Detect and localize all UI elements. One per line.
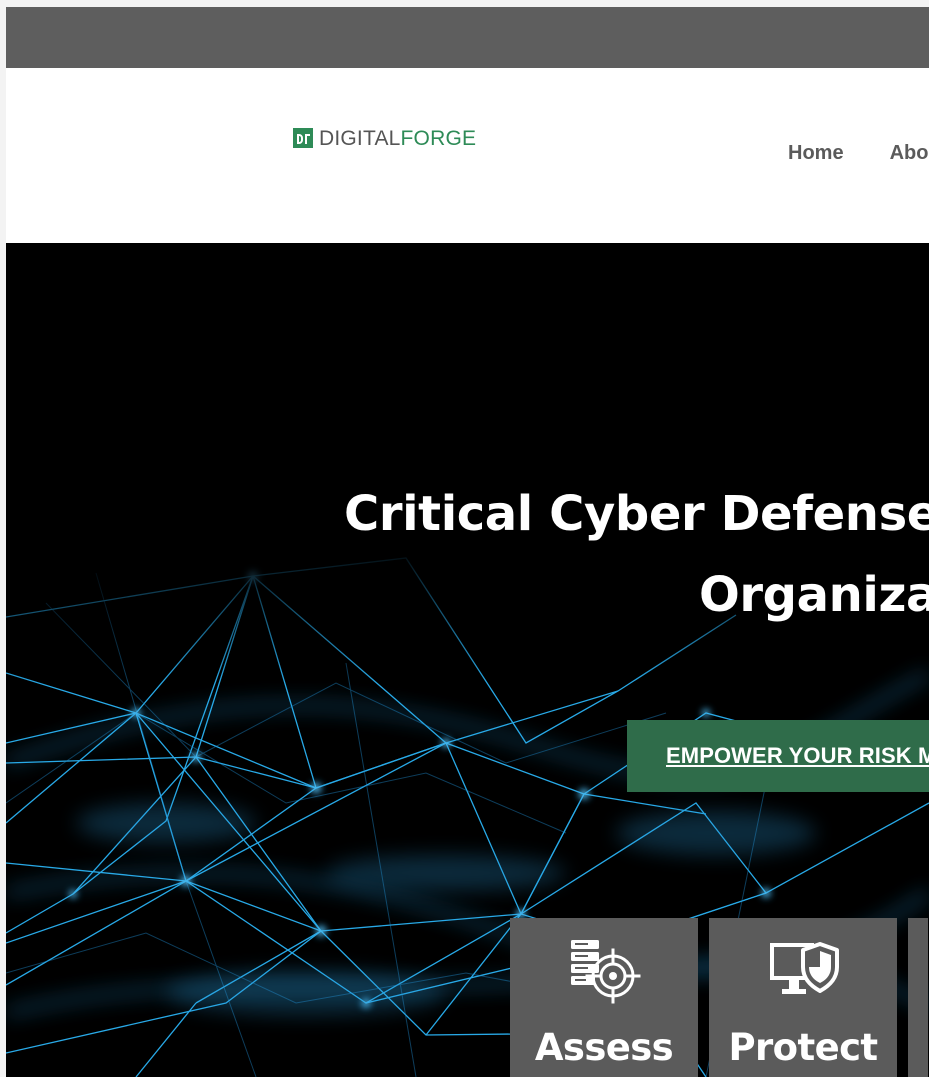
service-tile-label: Assess bbox=[534, 1026, 674, 1069]
nav-link-about[interactable]: Abo bbox=[890, 143, 929, 163]
logo-text-part1: DIGITAL bbox=[319, 126, 401, 150]
logo-icon bbox=[293, 128, 313, 148]
service-tile-protect[interactable]: Protect bbox=[709, 918, 897, 1077]
site-logo[interactable]: DIGITALFORGE bbox=[293, 127, 476, 149]
site-header: DIGITALFORGE Home Abo bbox=[6, 68, 929, 243]
top-strip bbox=[6, 7, 929, 68]
monitor-shield-icon bbox=[770, 942, 839, 994]
hero-cta-button[interactable]: EMPOWER YOUR RISK MA bbox=[627, 720, 929, 792]
logo-text-part2: FORGE bbox=[400, 126, 477, 150]
server-target-icon bbox=[571, 940, 641, 1004]
hero-section: Critical Cyber Defenses Organizat EMPOWE… bbox=[6, 243, 929, 1077]
service-tile-partial[interactable] bbox=[908, 918, 928, 1077]
hero-title-line-2: Organizat bbox=[699, 567, 929, 623]
service-tiles: Assess Protect bbox=[510, 918, 928, 1077]
page: DIGITALFORGE Home Abo Critical Cyber Def… bbox=[0, 0, 929, 1077]
hero-title-line-1: Critical Cyber Defenses bbox=[344, 486, 929, 542]
service-tile-assess[interactable]: Assess bbox=[510, 918, 698, 1077]
logo-text: DIGITALFORGE bbox=[319, 128, 476, 149]
main-navigation: Home Abo bbox=[788, 143, 928, 163]
nav-link-home[interactable]: Home bbox=[788, 143, 844, 163]
service-tile-label: Protect bbox=[728, 1026, 879, 1069]
